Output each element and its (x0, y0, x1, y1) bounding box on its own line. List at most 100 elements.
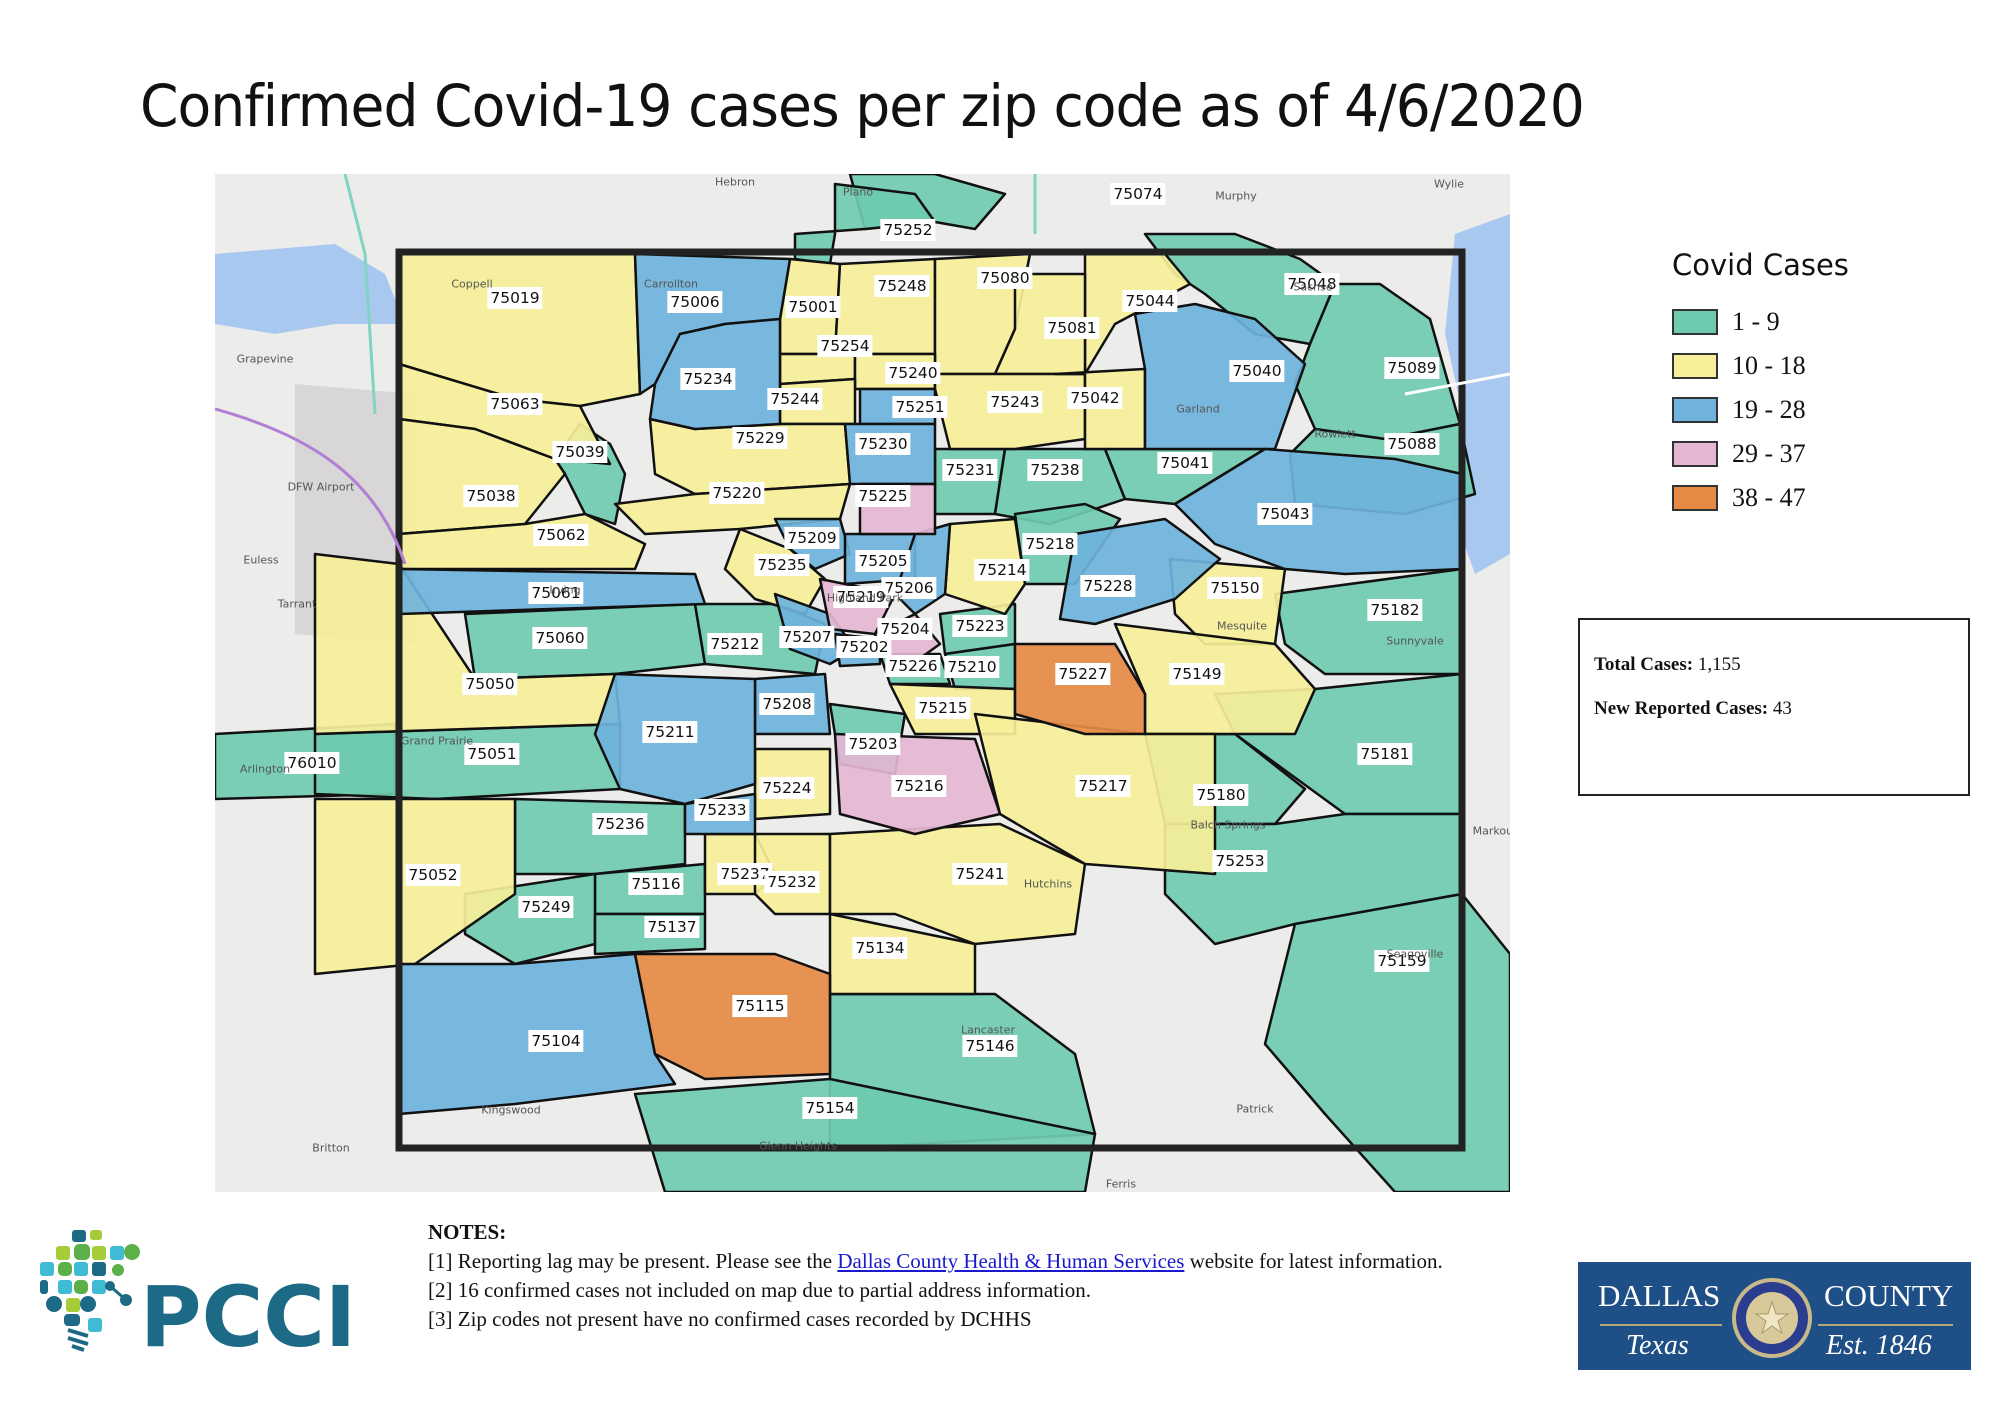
note-1-text: [1] Reporting lag may be present. Please… (428, 1249, 838, 1273)
zip-label: 75252 (880, 219, 936, 241)
zip-label: 75217 (1075, 775, 1131, 797)
zip-label: 75223 (952, 615, 1008, 637)
zip-label: 75063 (487, 393, 543, 415)
zip-label: 75241 (952, 863, 1008, 885)
zip-label: 75232 (764, 871, 820, 893)
zip-label: 75208 (759, 693, 815, 715)
place-label: Sunnyvale (1386, 634, 1444, 648)
zip-label: 75243 (987, 391, 1043, 413)
zip-label: 75104 (528, 1030, 584, 1052)
zip-label: 75181 (1357, 743, 1413, 765)
legend-label: 1 - 9 (1732, 307, 1780, 336)
zip-label: 75233 (694, 799, 750, 821)
zip-label: 75225 (855, 485, 911, 507)
zip-region-75227 (1013, 642, 1147, 736)
legend-title: Covid Cases (1672, 248, 1849, 282)
legend-swatch (1672, 485, 1718, 511)
zip-label: 75115 (732, 995, 788, 1017)
county-text: COUNTY (1824, 1278, 1954, 1313)
zip-label: 76010 (284, 752, 340, 774)
zip-label: 75215 (915, 697, 971, 719)
zip-label: 75210 (944, 656, 1000, 678)
legend-item: 1 - 9 (1672, 300, 1849, 344)
page-title: Confirmed Covid-19 cases per zip code as… (140, 72, 1585, 140)
zip-label: 75209 (784, 527, 840, 549)
zip-label: 75116 (628, 873, 684, 895)
place-label: Patrick (1236, 1102, 1274, 1116)
zip-label: 75224 (759, 777, 815, 799)
place-label: DFW Airport (287, 480, 355, 494)
zip-label: 75234 (680, 368, 736, 390)
note-1: [1] Reporting lag may be present. Please… (428, 1247, 1458, 1276)
zip-label: 75244 (767, 388, 823, 410)
zip-label: 75001 (785, 296, 841, 318)
legend-item: 29 - 37 (1672, 432, 1849, 476)
place-label: Sachse (1293, 280, 1333, 294)
zip-label: 75238 (1027, 459, 1083, 481)
zip-region-75182 (1273, 567, 1464, 676)
zip-label: 75038 (463, 485, 519, 507)
place-label: Grapevine (236, 352, 294, 366)
map-canvas (215, 174, 1510, 1192)
zip-label: 75074 (1110, 183, 1166, 205)
zip-label: 75006 (667, 291, 723, 313)
zip-label: 75080 (977, 267, 1033, 289)
notes: NOTES: [1] Reporting lag may be present.… (428, 1218, 1458, 1334)
zip-label: 75231 (942, 459, 998, 481)
zip-label: 75230 (855, 433, 911, 455)
texas-text: Texas (1626, 1330, 1689, 1361)
place-label: Carrollton (644, 277, 698, 291)
total-cases: Total Cases: 1,155 (1594, 654, 1954, 676)
place-label: Wylie (1433, 177, 1465, 191)
place-label: Arlington (239, 762, 291, 776)
total-cases-label: Total Cases: (1594, 654, 1694, 675)
zip-label: 75236 (592, 813, 648, 835)
zip-label: 75089 (1384, 357, 1440, 379)
place-label: Britton (312, 1141, 350, 1155)
zip-label: 75204 (877, 618, 933, 640)
zip-label: 75088 (1384, 433, 1440, 455)
zip-label: 75251 (892, 396, 948, 418)
legend-swatch (1672, 309, 1718, 335)
note-1-suffix: website for latest information. (1184, 1249, 1443, 1273)
zip-region-75052 (313, 797, 517, 976)
legend-item: 38 - 47 (1672, 476, 1849, 520)
place-label: Tarrant (277, 597, 317, 611)
zip-label: 75235 (754, 554, 810, 576)
zip-label: 75154 (802, 1097, 858, 1119)
pcci-lightbulb-icon: PCCI (40, 1230, 356, 1366)
zip-label: 75052 (405, 864, 461, 886)
zip-label: 75042 (1067, 387, 1123, 409)
zip-label: 75220 (709, 482, 765, 504)
est-text: Est. 1846 (1826, 1330, 1932, 1361)
new-cases-value: 43 (1772, 698, 1792, 719)
dchhs-link[interactable]: Dallas County Health & Human Services (837, 1249, 1184, 1273)
place-label: Balch Springs (1190, 818, 1266, 832)
zip-label: 75216 (891, 775, 947, 797)
note-3: [3] Zip codes not present have no confir… (428, 1307, 1032, 1331)
legend-swatch (1672, 441, 1718, 467)
legend-label: 19 - 28 (1732, 395, 1806, 424)
zip-label: 75062 (533, 524, 589, 546)
pcci-logo: PCCI (22, 1226, 362, 1366)
zip-label: 75137 (644, 916, 700, 938)
place-label: Lancaster (961, 1023, 1015, 1037)
dallas-county-logo: DALLAS COUNTY Texas Est. 1846 (1578, 1262, 1971, 1370)
place-label: Grand Prairie (400, 734, 474, 748)
legend: Covid Cases 1 - 9 10 - 18 19 - 28 29 - 37 38… (1672, 248, 1849, 520)
zip-label: 75039 (552, 441, 608, 463)
legend-item: 19 - 28 (1672, 388, 1849, 432)
zip-label: 75150 (1207, 577, 1263, 599)
dallas-text: DALLAS (1598, 1278, 1721, 1313)
pcci-wordmark: PCCI (140, 1268, 356, 1356)
zip-label: 75149 (1169, 663, 1225, 685)
place-label: Markout (1472, 824, 1510, 838)
zip-label: 75248 (874, 275, 930, 297)
notes-title: NOTES: (428, 1220, 507, 1244)
zip-label: 75044 (1122, 290, 1178, 312)
place-label: Irving (549, 583, 581, 597)
place-label: Coppell (451, 277, 493, 291)
place-label: Seagoville (1386, 947, 1444, 961)
place-label: Glenn Heights (759, 1139, 837, 1153)
zip-label: 75146 (962, 1035, 1018, 1057)
